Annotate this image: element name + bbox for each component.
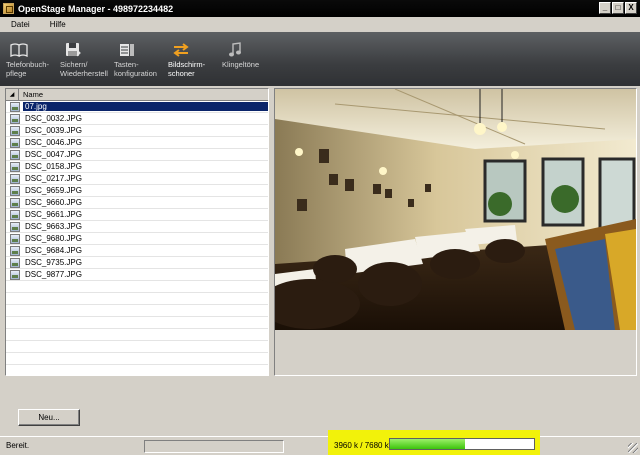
empty-row: [6, 281, 268, 293]
title-bar: OpenStage Manager - 498972234482 _ □ X: [0, 0, 640, 17]
image-file-icon: [10, 113, 20, 124]
file-row[interactable]: DSC_9680.JPG: [6, 233, 268, 245]
image-file-icon: [10, 101, 20, 112]
close-button[interactable]: X: [625, 2, 637, 14]
image-file-icon: [10, 125, 20, 136]
file-row[interactable]: DSC_9660.JPG: [6, 197, 268, 209]
file-list[interactable]: ◢ Name 07.jpg DSC_0032.JPG DSC_0039.JPG DSC…: [5, 88, 269, 376]
file-name: DSC_0217.JPG: [25, 174, 82, 183]
app-icon: [3, 3, 14, 14]
memory-usage-text: 3960 k / 7680 k: [334, 441, 389, 450]
file-name: 07.jpg: [23, 102, 268, 111]
image-file-icon: [10, 209, 20, 220]
image-file-icon: [10, 269, 20, 280]
tool-klingeltoene[interactable]: Klingeltöne: [220, 32, 274, 86]
tool-label: Bildschirm- schoner: [168, 60, 206, 78]
file-name: DSC_9661.JPG: [25, 210, 82, 219]
tool-telefonbuch[interactable]: Telefonbuch- pflege: [4, 32, 58, 86]
image-file-icon: [10, 137, 20, 148]
toolbar: Telefonbuch- pflege Sichern/ Wiederherst…: [0, 32, 640, 86]
file-row[interactable]: DSC_0047.JPG: [6, 149, 268, 161]
column-header-name[interactable]: Name: [19, 90, 43, 99]
menu-hilfe[interactable]: Hilfe: [47, 20, 69, 29]
menu-bar: Datei Hilfe: [0, 17, 640, 32]
image-file-icon: [10, 185, 20, 196]
window-title: OpenStage Manager - 498972234482: [18, 3, 174, 14]
file-row[interactable]: DSC_0158.JPG: [6, 161, 268, 173]
file-row[interactable]: DSC_0032.JPG: [6, 113, 268, 125]
empty-row: [6, 341, 268, 353]
file-row[interactable]: DSC_0217.JPG: [6, 173, 268, 185]
tool-tasten[interactable]: Tasten- konfiguration: [112, 32, 166, 86]
status-bar: Bereit.: [0, 436, 640, 455]
file-name: DSC_9680.JPG: [25, 234, 82, 243]
image-preview: [274, 88, 637, 376]
image-file-icon: [10, 257, 20, 268]
image-file-icon: [10, 221, 20, 232]
memory-progress-bar: [389, 438, 535, 450]
new-button[interactable]: Neu...: [18, 409, 80, 426]
tool-sichern[interactable]: Sichern/ Wiederherstell: [58, 32, 112, 86]
memory-progress-fill: [390, 439, 465, 449]
empty-row: [6, 353, 268, 365]
window-controls: _ □ X: [599, 2, 637, 14]
tool-label: Sichern/ Wiederherstell: [60, 60, 108, 78]
empty-row: [6, 293, 268, 305]
image-file-icon: [10, 149, 20, 160]
tool-label: Telefonbuch- pflege: [6, 60, 49, 78]
music-note-icon: [226, 41, 244, 58]
resize-grip-icon[interactable]: [628, 443, 638, 453]
file-row[interactable]: DSC_9877.JPG: [6, 269, 268, 281]
file-name: DSC_0158.JPG: [25, 162, 82, 171]
sort-arrow-icon[interactable]: ◢: [6, 89, 19, 101]
maximize-button[interactable]: □: [612, 2, 624, 14]
empty-row: [6, 317, 268, 329]
file-row[interactable]: DSC_9684.JPG: [6, 245, 268, 257]
menu-datei[interactable]: Datei: [8, 20, 33, 29]
minimize-button[interactable]: _: [599, 2, 611, 14]
file-name: DSC_0046.JPG: [25, 138, 82, 147]
image-file-icon: [10, 161, 20, 172]
file-row[interactable]: 07.jpg: [6, 101, 268, 113]
empty-row: [6, 305, 268, 317]
tool-bildschirmschoner[interactable]: Bildschirm- schoner: [166, 32, 220, 86]
image-file-icon: [10, 245, 20, 256]
book-icon: [10, 41, 28, 58]
file-row[interactable]: DSC_9663.JPG: [6, 221, 268, 233]
file-row[interactable]: DSC_0046.JPG: [6, 137, 268, 149]
status-field: [144, 440, 284, 453]
file-name: DSC_9684.JPG: [25, 246, 82, 255]
file-name: DSC_0047.JPG: [25, 150, 82, 159]
empty-row: [6, 329, 268, 341]
tool-label: Klingeltöne: [222, 60, 260, 69]
status-text: Bereit.: [6, 441, 30, 450]
file-name: DSC_9877.JPG: [25, 270, 82, 279]
restaurant-photo: [275, 89, 636, 330]
file-name: DSC_0032.JPG: [25, 114, 82, 123]
file-row[interactable]: DSC_9661.JPG: [6, 209, 268, 221]
tool-label: Tasten- konfiguration: [114, 60, 157, 78]
image-file-icon: [10, 197, 20, 208]
file-name: DSC_9735.JPG: [25, 258, 82, 267]
file-name: DSC_0039.JPG: [25, 126, 82, 135]
image-file-icon: [10, 233, 20, 244]
empty-row: [6, 365, 268, 375]
file-row[interactable]: DSC_9735.JPG: [6, 257, 268, 269]
file-name: DSC_9659.JPG: [25, 186, 82, 195]
screensaver-icon: [172, 41, 190, 58]
file-row[interactable]: DSC_0039.JPG: [6, 125, 268, 137]
save-icon: [64, 41, 82, 58]
file-name: DSC_9660.JPG: [25, 198, 82, 207]
keys-icon: [118, 41, 136, 58]
file-name: DSC_9663.JPG: [25, 222, 82, 231]
file-rows: 07.jpg DSC_0032.JPG DSC_0039.JPG DSC_0046.J…: [6, 101, 268, 375]
list-header: ◢ Name: [6, 89, 268, 101]
image-file-icon: [10, 173, 20, 184]
file-row[interactable]: DSC_9659.JPG: [6, 185, 268, 197]
